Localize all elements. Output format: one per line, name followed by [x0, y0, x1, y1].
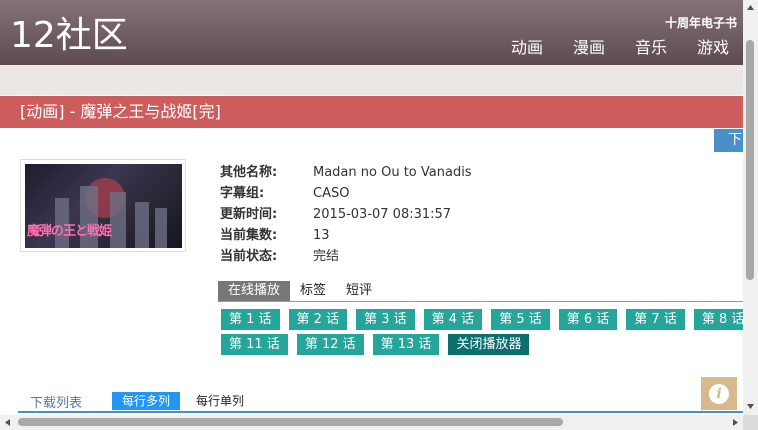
nav-item-manga[interactable]: 漫画 — [543, 37, 605, 59]
info-label: 更新时间: — [220, 207, 278, 222]
info-value: 13 — [313, 228, 330, 243]
tab-tags[interactable]: 标签 — [290, 281, 336, 301]
sub-bar — [0, 65, 743, 95]
poster-image[interactable]: 魔弾の王と戦姫 — [25, 164, 182, 248]
info-label: 当前集数: — [220, 228, 278, 243]
info-label: 字幕组: — [220, 186, 265, 201]
poster-frame: 魔弾の王と戦姫 — [20, 159, 186, 252]
episode-button[interactable]: 第 6 话 — [558, 309, 618, 330]
info-row: 当前集数: 13 — [220, 225, 472, 246]
info-icon[interactable]: i — [701, 377, 737, 410]
close-player-button[interactable]: 关闭播放器 — [448, 334, 530, 355]
episode-button[interactable]: 第 13 话 — [372, 334, 440, 355]
site-logo[interactable]: 12社区 — [10, 14, 128, 58]
info-value: CASO — [313, 186, 350, 201]
info-value: 完结 — [313, 249, 340, 264]
info-value: 2015-03-07 08:31:57 — [313, 207, 452, 222]
episode-button[interactable]: 第 11 话 — [221, 334, 288, 355]
content-tabs: 在线播放 标签 短评 — [218, 281, 743, 302]
episode-button[interactable]: 第 3 话 — [356, 309, 415, 330]
tab-online-play[interactable]: 在线播放 — [218, 281, 291, 301]
info-table: 其他名称: Madan no Ou to Vanadis 字幕组: CASO 更… — [220, 162, 472, 267]
episode-button[interactable]: 第 4 话 — [423, 309, 483, 330]
episode-button[interactable]: 第 7 话 — [626, 309, 685, 330]
info-row: 其他名称: Madan no Ou to Vanadis — [220, 162, 472, 183]
info-row: 当前状态: 完结 — [220, 246, 472, 267]
episode-row: 第 1 话 第 2 话 第 3 话 第 4 话 第 5 话 第 6 话 第 7 … — [221, 309, 753, 330]
site-header: 12社区 十周年电子书 动画 漫画 音乐 游戏 — [0, 0, 743, 65]
multi-column-button[interactable]: 每行多列 — [112, 392, 181, 410]
nav-item-anime[interactable]: 动画 — [481, 37, 543, 59]
info-label: 当前状态: — [220, 249, 278, 264]
download-list-bar: 下载列表 每行多列 每行单列 — [18, 391, 743, 413]
download-button[interactable]: 下 — [714, 129, 743, 152]
vertical-scrollbar[interactable] — [743, 0, 758, 415]
tab-reviews[interactable]: 短评 — [336, 281, 382, 301]
vertical-scroll-thumb[interactable] — [746, 40, 754, 280]
main-nav: 动画 漫画 音乐 游戏 — [481, 37, 729, 59]
info-row: 字幕组: CASO — [220, 183, 472, 204]
episode-button[interactable]: 第 5 话 — [491, 309, 550, 330]
episode-button[interactable]: 第 12 话 — [296, 334, 364, 355]
horizontal-scrollbar[interactable] — [0, 415, 743, 430]
info-label: 其他名称: — [220, 165, 278, 180]
page-title-bar: [动画] - 魔弹之王与战姬[完] — [0, 96, 743, 128]
horizontal-scroll-thumb[interactable] — [18, 418, 563, 426]
episode-row: 第 11 话 第 12 话 第 13 话 关闭播放器 — [221, 334, 530, 355]
anniversary-ebook-link[interactable]: 十周年电子书 — [665, 14, 737, 31]
info-value: Madan no Ou to Vanadis — [313, 165, 472, 180]
download-list-tab[interactable]: 下载列表 — [18, 392, 94, 411]
nav-item-games[interactable]: 游戏 — [667, 37, 729, 59]
episode-button[interactable]: 第 2 话 — [288, 309, 348, 330]
scroll-corner — [743, 415, 758, 430]
info-row: 更新时间: 2015-03-07 08:31:57 — [220, 204, 472, 225]
page-title: [动画] - 魔弹之王与战姬[完] — [20, 102, 221, 121]
single-column-button[interactable]: 每行单列 — [190, 392, 250, 410]
poster-logo: 魔弾の王と戦姫 — [27, 224, 112, 239]
nav-item-music[interactable]: 音乐 — [605, 37, 667, 59]
episode-button[interactable]: 第 1 话 — [221, 309, 280, 330]
